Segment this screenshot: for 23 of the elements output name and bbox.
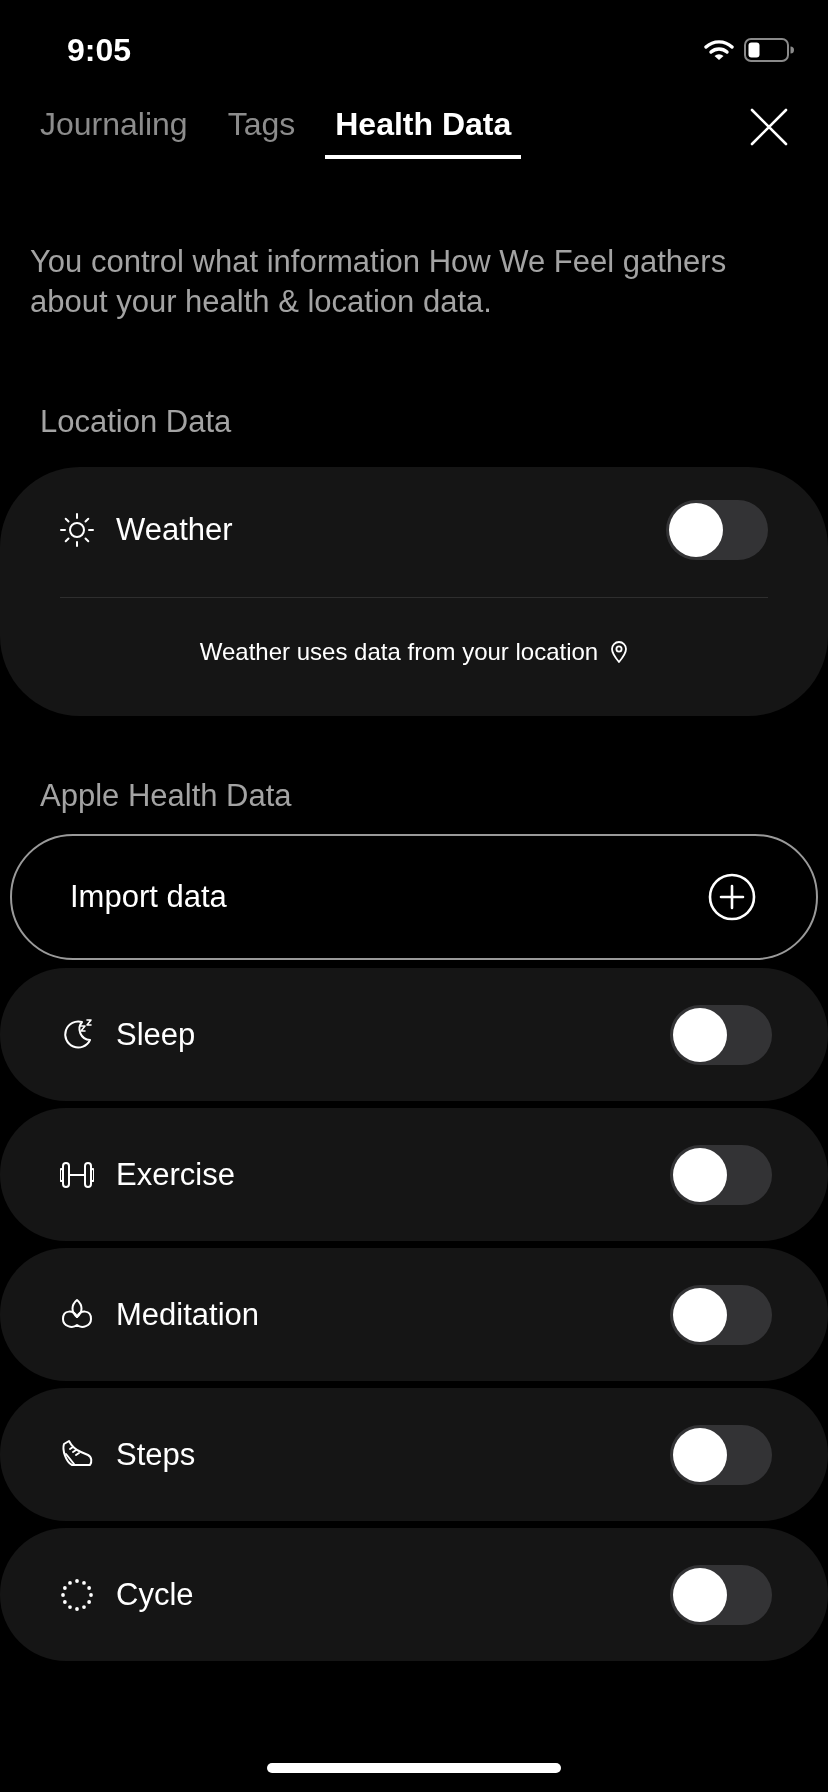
toggle-label: Steps (116, 1436, 197, 1473)
sun-icon (60, 513, 94, 547)
close-button[interactable] (748, 106, 790, 148)
dotted-circle-icon (60, 1577, 94, 1612)
intro-text: You control what information How We Feel gathers about your health & location data. (29, 243, 728, 321)
plus-circle-icon (708, 873, 756, 921)
toggle-label: Exercise (116, 1156, 236, 1193)
toggle-label: Sleep (116, 1016, 197, 1053)
tab[interactable]: Tags (217, 100, 306, 159)
toggle-switch[interactable] (666, 500, 768, 560)
battery-icon (744, 38, 794, 62)
note-text: Weather uses data from your location (199, 638, 599, 666)
tab[interactable]: Health Data (325, 100, 522, 159)
tab[interactable]: Journaling (30, 100, 198, 159)
toggle-label: Meditation (116, 1296, 261, 1333)
toggle-label: Weather (116, 512, 234, 548)
location-pin-icon (610, 640, 629, 664)
wifi-icon (704, 39, 734, 61)
import-button[interactable]: Import data (10, 834, 818, 960)
section-heading: Apple Health Data (39, 778, 293, 815)
toggle-label: Cycle (116, 1576, 195, 1613)
section-heading: Location Data (39, 404, 233, 441)
status-time: 9:05 (67, 31, 132, 69)
